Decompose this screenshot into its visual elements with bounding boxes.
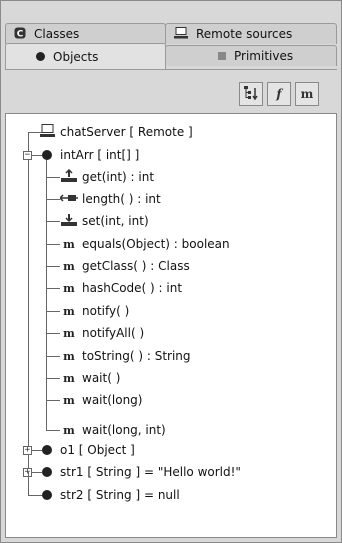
- tree-method-item[interactable]: length( ) : int: [58, 190, 161, 208]
- method-label: wait(long, int): [82, 423, 166, 437]
- tree-node-o1[interactable]: o1 [ Object ]: [42, 441, 135, 459]
- method-m-icon: m: [63, 326, 75, 340]
- tree-connector: [28, 495, 42, 496]
- computer-icon: [174, 26, 188, 42]
- tree-connector: [46, 430, 60, 431]
- method-m-icon: m: [63, 259, 75, 273]
- tree-node-label: chatServer [ Remote ]: [60, 125, 193, 139]
- object-dot-icon: [36, 50, 45, 64]
- tab-classes[interactable]: C Classes: [5, 23, 166, 44]
- tab-primitives-label: Primitives: [234, 49, 294, 63]
- tree-connector: [46, 244, 60, 245]
- show-fields-button[interactable]: f: [267, 82, 291, 106]
- method-m-icon: m: [63, 371, 75, 385]
- method-m-icon: m: [300, 87, 314, 101]
- method-label: notify( ): [82, 304, 130, 318]
- svg-text:C: C: [17, 29, 24, 39]
- method-label: equals(Object) : boolean: [82, 237, 230, 251]
- setter-icon: [60, 213, 78, 230]
- tree-connector: [28, 472, 29, 495]
- tab-objects[interactable]: Objects: [5, 43, 166, 69]
- tree-connector: [46, 311, 60, 312]
- computer-icon: [40, 123, 56, 141]
- method-m-icon: m: [63, 281, 75, 295]
- tree-connector: [46, 266, 60, 267]
- tree-node-intarr[interactable]: intArr [ int[] ]: [42, 146, 139, 164]
- tree-connector: [46, 356, 60, 357]
- method-label: get(int) : int: [82, 170, 155, 184]
- method-label: wait( ): [82, 371, 121, 385]
- tab-primitives[interactable]: Primitives: [165, 45, 337, 66]
- tab-objects-label: Objects: [53, 49, 99, 64]
- tree-node-label: intArr [ int[] ]: [60, 148, 140, 162]
- sort-tree-button[interactable]: [239, 82, 263, 106]
- method-m-icon: m: [63, 349, 75, 363]
- method-m-icon: m: [63, 423, 75, 437]
- method-m-icon: m: [63, 393, 75, 407]
- tree-method-item[interactable]: m wait(long): [60, 391, 142, 409]
- object-dot-icon: [42, 467, 52, 477]
- tree-method-item[interactable]: m getClass( ) : Class: [60, 257, 190, 275]
- tree-connector: [32, 155, 42, 156]
- tree-method-item[interactable]: m hashCode( ) : int: [60, 279, 182, 297]
- tree-connector: [32, 472, 42, 473]
- tree-connector: [46, 221, 60, 222]
- tree-method-item[interactable]: get(int) : int: [60, 168, 154, 186]
- tree-connector: [32, 450, 42, 451]
- primitive-square-icon: [218, 49, 226, 63]
- tree-connector: [46, 288, 60, 289]
- tree-method-item[interactable]: m toString( ) : String: [60, 347, 191, 365]
- tree-node-label: o1 [ Object ]: [60, 443, 135, 457]
- object-browser-panel: C Classes Remote sources Objects Primiti…: [0, 0, 342, 543]
- method-label: set(int, int): [82, 214, 149, 228]
- getter-icon: [60, 168, 78, 186]
- method-label: toString( ) : String: [82, 349, 191, 363]
- method-label: length( ) : int: [82, 192, 161, 206]
- method-m-icon: m: [63, 304, 75, 318]
- method-label: hashCode( ) : int: [82, 281, 183, 295]
- tree-connector: [46, 333, 60, 334]
- tree-node-chatserver[interactable]: chatServer [ Remote ]: [40, 123, 193, 141]
- expand-toggle[interactable]: +: [23, 446, 32, 455]
- tree-method-item[interactable]: m equals(Object) : boolean: [60, 235, 230, 253]
- tab-remote-sources[interactable]: Remote sources: [165, 23, 337, 44]
- collapse-toggle[interactable]: −: [23, 151, 32, 160]
- object-dot-icon: [42, 150, 52, 160]
- tree-method-item[interactable]: m wait(long, int): [60, 421, 166, 439]
- show-methods-button[interactable]: m: [295, 82, 319, 106]
- method-m-icon: m: [63, 237, 75, 251]
- method-label: notifyAll( ): [82, 326, 145, 340]
- tree-method-item[interactable]: m notifyAll( ): [60, 324, 144, 342]
- tree-connector: [46, 199, 60, 200]
- length-icon: [58, 191, 78, 208]
- tree-node-label: str1 [ String ] = "Hello world!": [60, 465, 241, 479]
- tree-connector: [46, 400, 60, 401]
- tree-method-item[interactable]: m notify( ): [60, 302, 129, 320]
- tree-method-item[interactable]: m wait( ): [60, 369, 120, 387]
- tree-method-item[interactable]: set(int, int): [60, 212, 149, 230]
- sort-tree-icon: [243, 85, 259, 104]
- tree-connector: [46, 177, 60, 178]
- method-label: getClass( ) : Class: [82, 259, 190, 273]
- tab-classes-label: Classes: [34, 27, 80, 41]
- class-icon: C: [14, 27, 26, 42]
- tree-node-label: str2 [ String ] = null: [60, 488, 180, 502]
- method-label: wait(long): [82, 393, 143, 407]
- object-dot-icon: [42, 490, 52, 500]
- tab-remote-sources-label: Remote sources: [196, 27, 293, 41]
- field-f-icon: f: [276, 87, 282, 101]
- object-tree: chatServer [ Remote ] − intArr [ int[] ]…: [5, 113, 337, 538]
- tree-connector: [46, 378, 60, 379]
- tree-node-str2[interactable]: str2 [ String ] = null: [42, 486, 180, 504]
- tree-node-str1[interactable]: str1 [ String ] = "Hello world!": [42, 463, 241, 481]
- tree-connector: [28, 132, 29, 472]
- object-dot-icon: [42, 445, 52, 455]
